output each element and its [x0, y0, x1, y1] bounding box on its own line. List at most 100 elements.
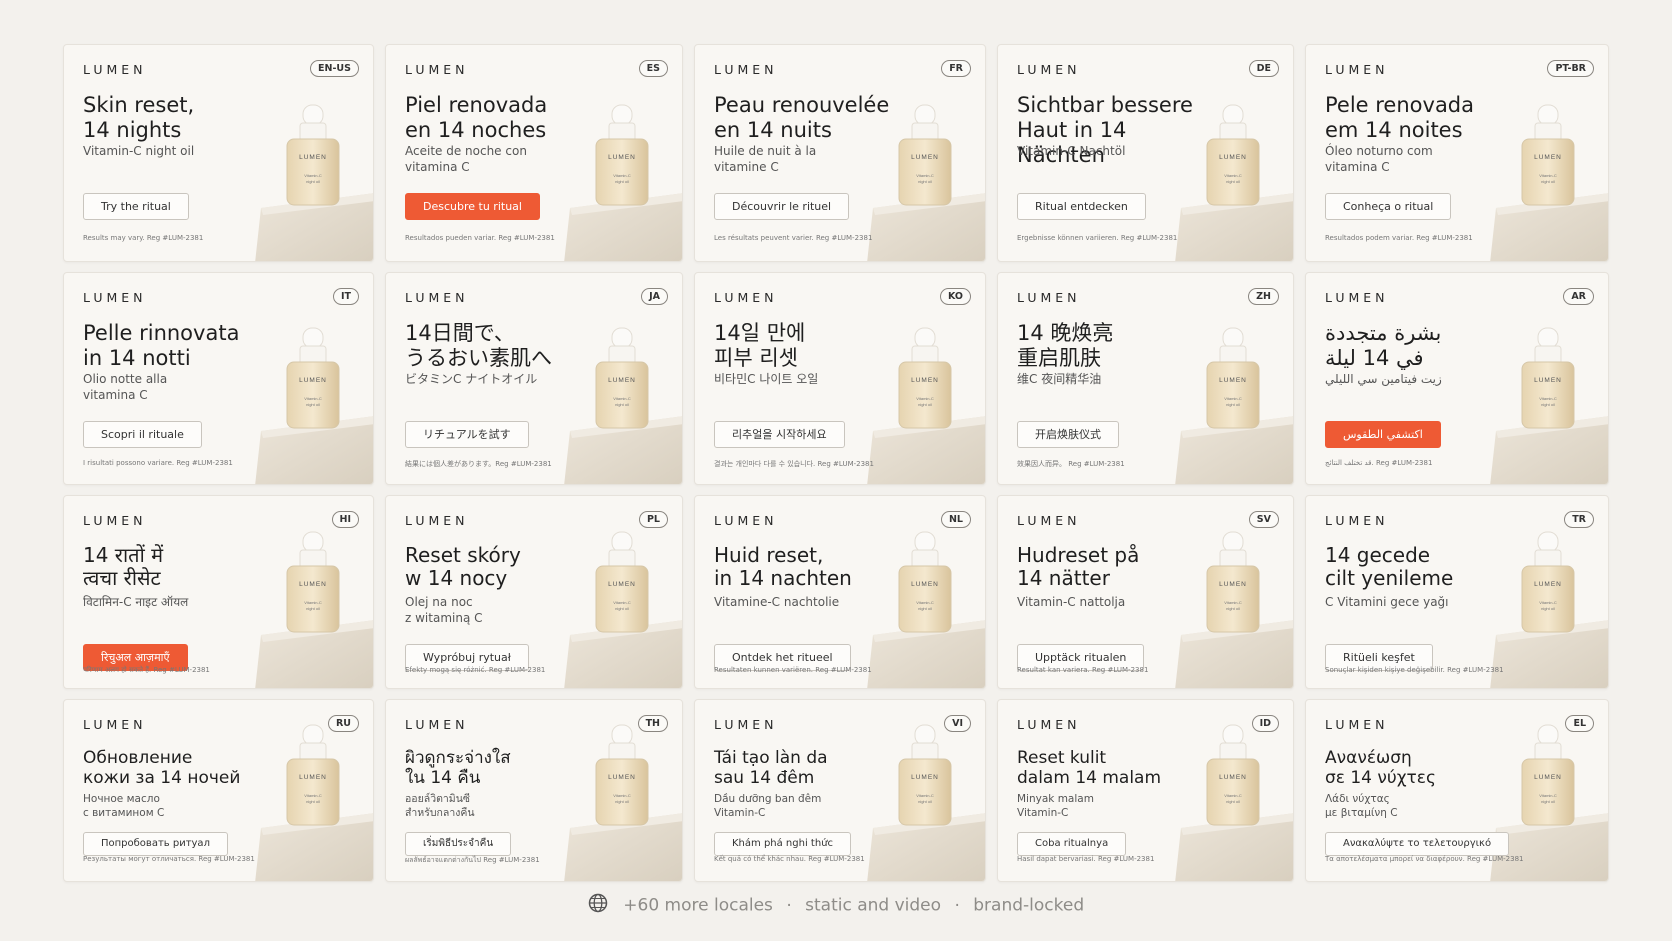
locale-badge: EN-US	[310, 60, 359, 77]
disclaimer: Hasil dapat bervariasi. Reg #LUM-2381	[1017, 855, 1155, 863]
locale-badge: TR	[1564, 511, 1594, 528]
ad-card-es[interactable]: LUMEN Vitamin-C night oil LUMEN ES Piel re…	[385, 44, 683, 262]
ad-subline: Vitamin-C night oil	[83, 144, 195, 158]
ad-card-nl[interactable]: LUMEN Vitamin-C night oil LUMEN NL Huid re…	[694, 495, 986, 689]
ad-card-zh[interactable]: LUMEN Vitamin-C night oil LUMEN ZH 14 晚焕亮 …	[997, 272, 1294, 485]
locale-badge: ES	[638, 60, 668, 77]
cta-button[interactable]: Coba ritualnya	[1017, 832, 1127, 856]
locale-badge: IT	[332, 288, 359, 305]
bottle-label: LUMEN	[299, 581, 327, 588]
ad-card-ja[interactable]: LUMEN Vitamin-C night oil LUMEN JA 14日間で、 …	[385, 272, 683, 485]
ad-subline: Vitamin-C Nachtöl	[1017, 144, 1126, 158]
cta-button[interactable]: 리추얼을 시작하세요	[714, 421, 845, 448]
bottle-label: LUMEN	[1219, 774, 1247, 781]
disclaimer: I risultati possono variare. Reg #LUM-23…	[83, 459, 233, 467]
disclaimer: 效果因人而异。 Reg #LUM-2381	[1017, 460, 1125, 468]
locale-badge: AR	[1563, 288, 1594, 305]
ad-headline: 14 gecede cilt yenileme	[1325, 543, 1454, 590]
brand-logo: LUMEN	[83, 290, 147, 305]
locale-badge: PT-BR	[1547, 60, 1594, 77]
brand-logo: LUMEN	[714, 290, 778, 305]
svg-text:night oil: night oil	[615, 402, 629, 407]
cta-button[interactable]: اكتشفي الطقوس	[1325, 421, 1441, 448]
locale-badge: ZH	[1248, 288, 1279, 305]
cta-button[interactable]: Try the ritual	[83, 193, 189, 220]
cta-button[interactable]: Conheça o ritual	[1325, 193, 1452, 220]
ad-headline: 14일 만에 피부 리셋	[714, 321, 806, 370]
ad-card-pl[interactable]: LUMEN Vitamin-C night oil LUMEN PL Reset s…	[385, 495, 683, 689]
ad-headline: Reset skóry w 14 nocy	[405, 543, 521, 590]
cta-button[interactable]: Descubre tu ritual	[405, 193, 540, 220]
ad-headline: Peau renouvelée en 14 nuits	[714, 93, 890, 142]
svg-text:Vitamin-C: Vitamin-C	[916, 173, 934, 178]
svg-text:night oil: night oil	[918, 179, 932, 184]
ad-card-de[interactable]: LUMEN Vitamin-C night oil LUMEN DE Sichtba…	[997, 44, 1294, 262]
svg-text:night oil: night oil	[306, 179, 320, 184]
ad-headline: Piel renovada en 14 noches	[405, 93, 548, 142]
ad-card-fr[interactable]: LUMEN Vitamin-C night oil LUMEN FR Peau re…	[694, 44, 986, 262]
product-bottle-image: LUMEN Vitamin-C night oil	[1490, 306, 1608, 484]
svg-text:night oil: night oil	[1541, 799, 1555, 804]
cta-button[interactable]: Scopri il rituale	[83, 421, 202, 448]
ad-subline: विटामिन-C नाइट ऑयल	[83, 595, 189, 609]
ad-card-vi[interactable]: LUMEN Vitamin-C night oil LUMEN VI Tái tạo…	[694, 699, 986, 882]
disclaimer: Efekty mogą się różnić. Reg #LUM-2381	[405, 666, 546, 674]
ad-card-it[interactable]: LUMEN Vitamin-C night oil LUMEN IT Pelle r…	[63, 272, 374, 485]
ad-subline: ビタミンC ナイトオイル	[405, 372, 538, 386]
ad-card-th[interactable]: LUMEN Vitamin-C night oil LUMEN TH ผิวดูกร…	[385, 699, 683, 882]
ad-card-en-us[interactable]: LUMEN Vitamin-C night oil LUMEN EN-US Skin…	[63, 44, 374, 262]
cta-button[interactable]: 开启焕肤仪式	[1017, 421, 1119, 448]
locale-badge: JA	[641, 288, 668, 305]
ad-card-el[interactable]: LUMEN Vitamin-C night oil LUMEN EL Ανανέωσ…	[1305, 699, 1609, 882]
locale-badge: ID	[1251, 715, 1279, 732]
svg-text:night oil: night oil	[1226, 402, 1240, 407]
disclaimer: Les résultats peuvent varier. Reg #LUM-2…	[714, 234, 873, 242]
cta-button[interactable]: Ανακαλύψτε το τελετουργικό	[1325, 832, 1510, 856]
svg-text:Vitamin-C: Vitamin-C	[1224, 793, 1242, 798]
cta-button[interactable]: Попробовать ритуал	[83, 832, 228, 856]
ad-headline: Pelle rinnovata in 14 notti	[83, 321, 240, 370]
svg-text:Vitamin-C: Vitamin-C	[916, 793, 934, 798]
bottle-label: LUMEN	[608, 377, 636, 384]
ad-card-ar[interactable]: LUMEN Vitamin-C night oil LUMEN AR بشرة مت…	[1305, 272, 1609, 485]
cta-button[interactable]: Découvrir le rituel	[714, 193, 850, 220]
ad-headline: Ανανέωση σε 14 νύχτες	[1325, 748, 1436, 788]
ad-card-tr[interactable]: LUMEN Vitamin-C night oil LUMEN TR 14 gece…	[1305, 495, 1609, 689]
locale-badge: TH	[637, 715, 668, 732]
ad-card-ru[interactable]: LUMEN Vitamin-C night oil LUMEN RU Обновле…	[63, 699, 374, 882]
ad-subline: Λάδι νύχτας με βιταμίνη C	[1325, 793, 1398, 819]
svg-text:Vitamin-C: Vitamin-C	[613, 396, 631, 401]
disclaimer: Results may vary. Reg #LUM-2381	[83, 234, 204, 242]
svg-text:night oil: night oil	[615, 606, 629, 611]
cta-button[interactable]: Khám phá nghi thức	[714, 832, 852, 856]
cta-button[interactable]: Ritual entdecken	[1017, 193, 1146, 220]
bottle-label: LUMEN	[1534, 774, 1562, 781]
ad-subline: C Vitamini gece yağı	[1325, 595, 1449, 609]
locale-badge: FR	[941, 60, 971, 77]
disclaimer: परिणाम अलग हो सकते हैं. Reg #LUM-2381	[83, 666, 210, 674]
ad-card-sv[interactable]: LUMEN Vitamin-C night oil LUMEN SV Hudrese…	[997, 495, 1294, 689]
ad-subline: Ночное масло с витамином С	[83, 793, 165, 819]
ad-card-hi[interactable]: LUMEN Vitamin-C night oil LUMEN HI 14 रातो…	[63, 495, 374, 689]
ad-card-pt-br[interactable]: LUMEN Vitamin-C night oil LUMEN PT-BR Pele…	[1305, 44, 1609, 262]
bottle-label: LUMEN	[911, 377, 939, 384]
svg-text:night oil: night oil	[1226, 606, 1240, 611]
product-bottle-image: LUMEN Vitamin-C night oil	[1175, 510, 1293, 688]
locale-badge: KO	[939, 288, 971, 305]
bottle-label: LUMEN	[1219, 581, 1247, 588]
bottle-label: LUMEN	[299, 377, 327, 384]
svg-text:Vitamin-C: Vitamin-C	[916, 396, 934, 401]
cta-button[interactable]: リチュアルを試す	[405, 421, 529, 448]
disclaimer: 결과는 개인마다 다를 수 있습니다. Reg #LUM-2381	[714, 460, 874, 468]
ad-headline: Skin reset, 14 nights	[83, 93, 195, 142]
ad-card-id[interactable]: LUMEN Vitamin-C night oil LUMEN ID Reset k…	[997, 699, 1294, 882]
ad-subline: Olej na noc z witaminą C	[405, 595, 483, 625]
svg-text:Vitamin-C: Vitamin-C	[304, 173, 322, 178]
cta-button[interactable]: เริ่มพิธีประจำคืน	[405, 832, 512, 856]
brand-logo: LUMEN	[714, 62, 778, 77]
bottle-label: LUMEN	[911, 774, 939, 781]
disclaimer: Resultat kan variera. Reg #LUM-2381	[1017, 666, 1149, 674]
ad-card-ko[interactable]: LUMEN Vitamin-C night oil LUMEN KO 14일 만에 …	[694, 272, 986, 485]
locale-badge: EL	[1565, 715, 1594, 732]
brand-logo: LUMEN	[1325, 62, 1389, 77]
